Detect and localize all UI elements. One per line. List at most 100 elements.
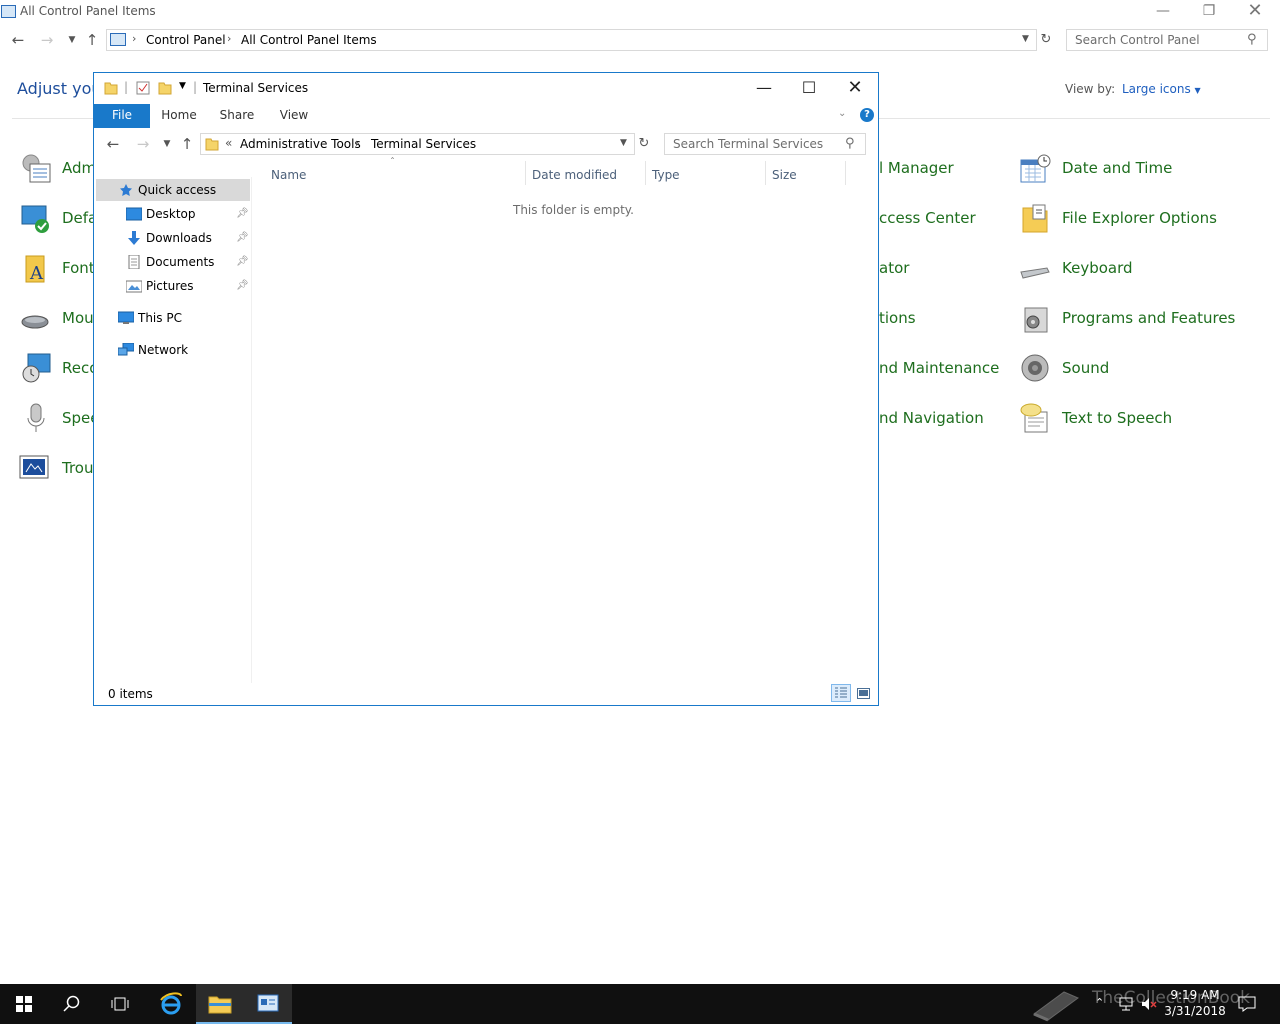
- new-folder-icon[interactable]: [158, 81, 172, 95]
- expand-ribbon-icon[interactable]: ⌄: [838, 108, 846, 119]
- task-view-button[interactable]: [96, 984, 144, 1024]
- clock-time: 9:19 AM: [1170, 988, 1220, 1002]
- search-icon: [63, 995, 80, 1012]
- breadcrumb-terminal-services[interactable]: Terminal Services: [371, 137, 476, 151]
- clock[interactable]: 9:19 AM 3/31/2018: [1160, 987, 1230, 1019]
- column-divider[interactable]: [845, 161, 846, 185]
- nav-item-downloads[interactable]: Downloads 📌︎: [124, 227, 250, 249]
- forward-button[interactable]: →: [37, 30, 57, 50]
- up-button[interactable]: ↑: [82, 30, 102, 50]
- cp-item-mouse[interactable]: Mou: [62, 309, 94, 327]
- address-box[interactable]: › Control Panel › All Control Panel Item…: [106, 29, 1037, 51]
- back-button[interactable]: ←: [8, 30, 28, 50]
- nav-label: Quick access: [138, 183, 217, 197]
- column-header-size[interactable]: Size: [772, 168, 797, 182]
- action-center-icon[interactable]: [1238, 996, 1256, 1012]
- cp-item-fonts[interactable]: Font: [62, 259, 95, 277]
- nav-item-this-pc[interactable]: This PC: [116, 307, 250, 329]
- tab-share[interactable]: Share: [214, 104, 260, 128]
- cp-item-power-options[interactable]: tions: [879, 309, 916, 327]
- folder-icon: [205, 138, 219, 151]
- column-header-type[interactable]: Type: [652, 168, 680, 182]
- nav-item-network[interactable]: Network: [116, 339, 250, 361]
- download-arrow-icon: [128, 231, 140, 245]
- forward-button[interactable]: →: [133, 134, 153, 154]
- cp-item-troubleshooting[interactable]: Trou: [62, 459, 93, 477]
- windows-logo-icon: [16, 996, 32, 1012]
- back-button[interactable]: ←: [103, 134, 123, 154]
- breadcrumb-all-items[interactable]: All Control Panel Items: [241, 33, 377, 47]
- nav-item-quick-access[interactable]: Quick access: [96, 179, 250, 201]
- cp-item-credential-manager[interactable]: l Manager: [879, 159, 954, 177]
- caret-down-icon: ▼: [1194, 86, 1201, 95]
- page-heading: Adjust you: [17, 79, 102, 98]
- explorer-titlebar[interactable]: | ▼ | Terminal Services — ☐ ✕: [94, 73, 878, 103]
- start-button[interactable]: [0, 984, 48, 1024]
- cp-item-iscsi-initiator[interactable]: ator: [879, 259, 909, 277]
- tab-home[interactable]: Home: [156, 104, 202, 128]
- search-icon: ⚲: [845, 136, 855, 151]
- column-divider[interactable]: [525, 161, 526, 185]
- volume-muted-icon[interactable]: [1141, 997, 1157, 1011]
- column-divider[interactable]: [645, 161, 646, 185]
- details-view-button[interactable]: [831, 684, 851, 702]
- refresh-button[interactable]: ↻: [634, 134, 654, 154]
- cp-item-text-to-speech[interactable]: Text to Speech: [1062, 409, 1172, 427]
- minimize-button[interactable]: —: [1140, 0, 1186, 24]
- properties-icon[interactable]: [136, 81, 150, 95]
- tab-view[interactable]: View: [271, 104, 317, 128]
- book-watermark-icon: [1032, 991, 1080, 1022]
- network-status-icon[interactable]: [1118, 997, 1134, 1011]
- restore-button[interactable]: ❐: [1186, 0, 1232, 24]
- help-icon[interactable]: ?: [860, 108, 874, 122]
- file-explorer-button[interactable]: [196, 984, 244, 1024]
- cp-item-file-explorer-options[interactable]: File Explorer Options: [1062, 209, 1217, 227]
- search-button[interactable]: [48, 984, 96, 1024]
- nav-item-documents[interactable]: Documents 📌︎: [124, 251, 250, 273]
- cp-item-administrative-tools[interactable]: Adm: [62, 159, 96, 177]
- breadcrumb-control-panel[interactable]: Control Panel: [146, 33, 226, 47]
- cp-item-default-programs[interactable]: Defa: [62, 209, 97, 227]
- column-header-date-modified[interactable]: Date modified: [532, 168, 617, 182]
- close-button[interactable]: ✕: [1232, 0, 1278, 24]
- cp-item-sound[interactable]: Sound: [1062, 359, 1109, 377]
- minimize-button[interactable]: —: [741, 73, 787, 103]
- customize-toolbar-icon[interactable]: ▼: [179, 81, 186, 91]
- nav-item-desktop[interactable]: Desktop 📌︎: [124, 203, 250, 225]
- cp-item-date-and-time[interactable]: Date and Time: [1062, 159, 1172, 177]
- large-icons-view-button[interactable]: [853, 684, 873, 702]
- cp-item-programs-and-features[interactable]: Programs and Features: [1062, 309, 1235, 327]
- control-panel-titlebar: All Control Panel Items — ❐ ✕: [0, 0, 1280, 24]
- address-box[interactable]: « Administrative Tools › Terminal Servic…: [200, 133, 635, 155]
- chevron-down-icon[interactable]: ▼: [1022, 34, 1029, 44]
- cp-item-security-and-maintenance[interactable]: nd Maintenance: [879, 359, 999, 377]
- large-icons-view-icon: [857, 688, 870, 699]
- cp-item-ease-of-access-center[interactable]: ccess Center: [879, 209, 976, 227]
- maximize-button[interactable]: ☐: [786, 73, 832, 103]
- clock-date: 3/31/2018: [1164, 1004, 1226, 1018]
- chevron-up-icon[interactable]: ⌃: [1095, 996, 1104, 1009]
- network-icon: [118, 343, 134, 356]
- close-button[interactable]: ✕: [832, 73, 878, 103]
- mouse-icon: [21, 315, 49, 329]
- nav-item-pictures[interactable]: Pictures 📌︎: [124, 275, 250, 297]
- search-input[interactable]: Search Terminal Services ⚲: [664, 133, 866, 155]
- chevron-down-icon[interactable]: ▼: [620, 138, 627, 148]
- control-panel-taskbar-button[interactable]: [244, 984, 292, 1024]
- search-placeholder: Search Terminal Services: [673, 137, 824, 151]
- search-input[interactable]: Search Control Panel ⚲: [1066, 29, 1268, 51]
- column-divider[interactable]: [765, 161, 766, 185]
- cp-item-keyboard[interactable]: Keyboard: [1062, 259, 1133, 277]
- refresh-button[interactable]: ↻: [1036, 30, 1056, 50]
- internet-explorer-button[interactable]: [146, 984, 194, 1024]
- column-header-name[interactable]: Name: [271, 168, 306, 182]
- tab-file[interactable]: File: [94, 104, 150, 128]
- up-button[interactable]: ↑: [177, 134, 197, 154]
- breadcrumb-administrative-tools[interactable]: Administrative Tools: [240, 137, 361, 151]
- cp-item-tablet-pc-settings[interactable]: nd Navigation: [879, 409, 984, 427]
- path-overflow[interactable]: «: [225, 136, 232, 150]
- recent-locations-button[interactable]: ▼: [157, 134, 177, 154]
- recent-locations-button[interactable]: ▼: [62, 30, 82, 50]
- view-by-dropdown[interactable]: Large icons ▼: [1122, 82, 1201, 96]
- folder-options-icon: [1022, 204, 1048, 233]
